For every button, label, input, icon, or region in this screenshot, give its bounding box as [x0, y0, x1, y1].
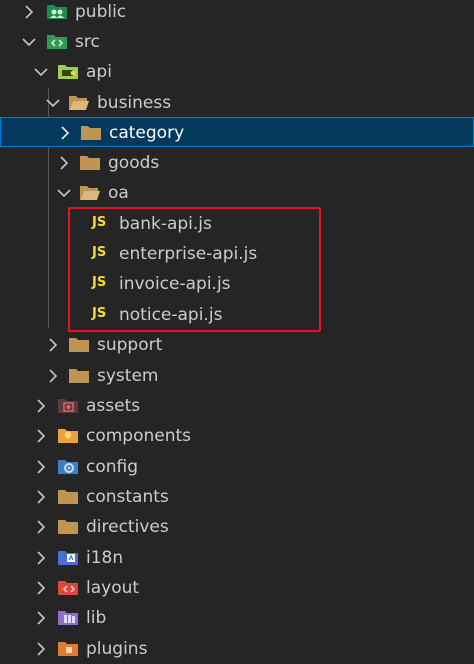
chevron-right-icon	[55, 152, 73, 174]
chevron-down-icon	[20, 31, 38, 53]
folder-icon	[79, 152, 101, 172]
tree-item-support[interactable]: support	[0, 330, 474, 360]
tree-item-label: components	[86, 426, 192, 446]
chevron-right-icon	[32, 486, 50, 508]
folder-open-icon	[68, 92, 90, 112]
chevron-down-icon	[32, 61, 50, 83]
folder-assets-icon	[57, 395, 79, 415]
tree-item-oa[interactable]: oa	[0, 178, 474, 208]
folder-plugins-icon	[57, 638, 79, 658]
tree-item-label: category	[109, 123, 185, 143]
folder-components-icon	[57, 425, 79, 445]
chevron-down-icon	[55, 182, 73, 204]
tree-item-label: business	[97, 93, 172, 113]
tree-item-goods[interactable]: goods	[0, 148, 474, 178]
chevron-right-icon	[32, 577, 50, 599]
folder-layout-icon	[57, 577, 79, 597]
chevron-right-icon	[32, 547, 50, 569]
chevron-right-icon	[32, 395, 50, 417]
folder-i18n-icon	[57, 547, 79, 567]
tree-item-label: public	[75, 2, 127, 22]
highlight-box	[68, 207, 321, 332]
chevron-right-icon	[32, 516, 50, 538]
tree-item-label: assets	[86, 396, 141, 416]
folder-api-icon	[57, 61, 79, 81]
tree-item-label: oa	[108, 183, 129, 203]
chevron-down-icon	[44, 92, 62, 114]
tree-item-label: api	[86, 62, 112, 82]
folder-icon	[80, 122, 102, 142]
tree-item-label: layout	[86, 578, 140, 598]
tree-item-label: directives	[86, 517, 169, 537]
tree-item-i18n[interactable]: i18n	[0, 543, 474, 573]
tree-item-label: support	[97, 335, 163, 355]
tree-item-label: goods	[108, 153, 160, 173]
tree-item-business[interactable]: business	[0, 88, 474, 118]
chevron-right-icon	[20, 1, 38, 23]
folder-open-icon	[79, 182, 101, 202]
tree-item-system[interactable]: system	[0, 361, 474, 391]
folder-config-icon	[57, 456, 79, 476]
folder-icon	[57, 486, 79, 506]
tree-item-category[interactable]: category	[0, 117, 474, 147]
chevron-right-icon	[44, 334, 62, 356]
tree-item-label: lib	[86, 608, 107, 628]
tree-item-label: i18n	[86, 548, 124, 568]
tree-item-public[interactable]: public	[0, 0, 474, 27]
chevron-right-icon	[44, 365, 62, 387]
tree-item-plugins[interactable]: plugins	[0, 634, 474, 664]
tree-item-directives[interactable]: directives	[0, 512, 474, 542]
chevron-right-icon	[32, 456, 50, 478]
folder-lib-icon	[57, 607, 79, 627]
folder-icon	[68, 365, 90, 385]
tree-item-label: config	[86, 457, 139, 477]
folder-public-icon	[46, 1, 68, 21]
tree-item-config[interactable]: config	[0, 452, 474, 482]
tree-item-layout[interactable]: layout	[0, 573, 474, 603]
tree-item-src[interactable]: src	[0, 27, 474, 57]
tree-item-label: src	[75, 32, 100, 52]
folder-icon	[68, 334, 90, 354]
tree-item-components[interactable]: components	[0, 421, 474, 451]
chevron-right-icon	[32, 425, 50, 447]
folder-src-icon	[46, 31, 68, 51]
chevron-right-icon	[56, 122, 74, 144]
chevron-right-icon	[32, 607, 50, 629]
tree-item-api[interactable]: api	[0, 57, 474, 87]
tree-item-label: constants	[86, 487, 169, 507]
tree-item-label: system	[97, 366, 159, 386]
folder-icon	[57, 516, 79, 536]
tree-item-assets[interactable]: assets	[0, 391, 474, 421]
tree-item-lib[interactable]: lib	[0, 603, 474, 633]
tree-item-constants[interactable]: constants	[0, 482, 474, 512]
tree-item-label: plugins	[86, 639, 148, 659]
